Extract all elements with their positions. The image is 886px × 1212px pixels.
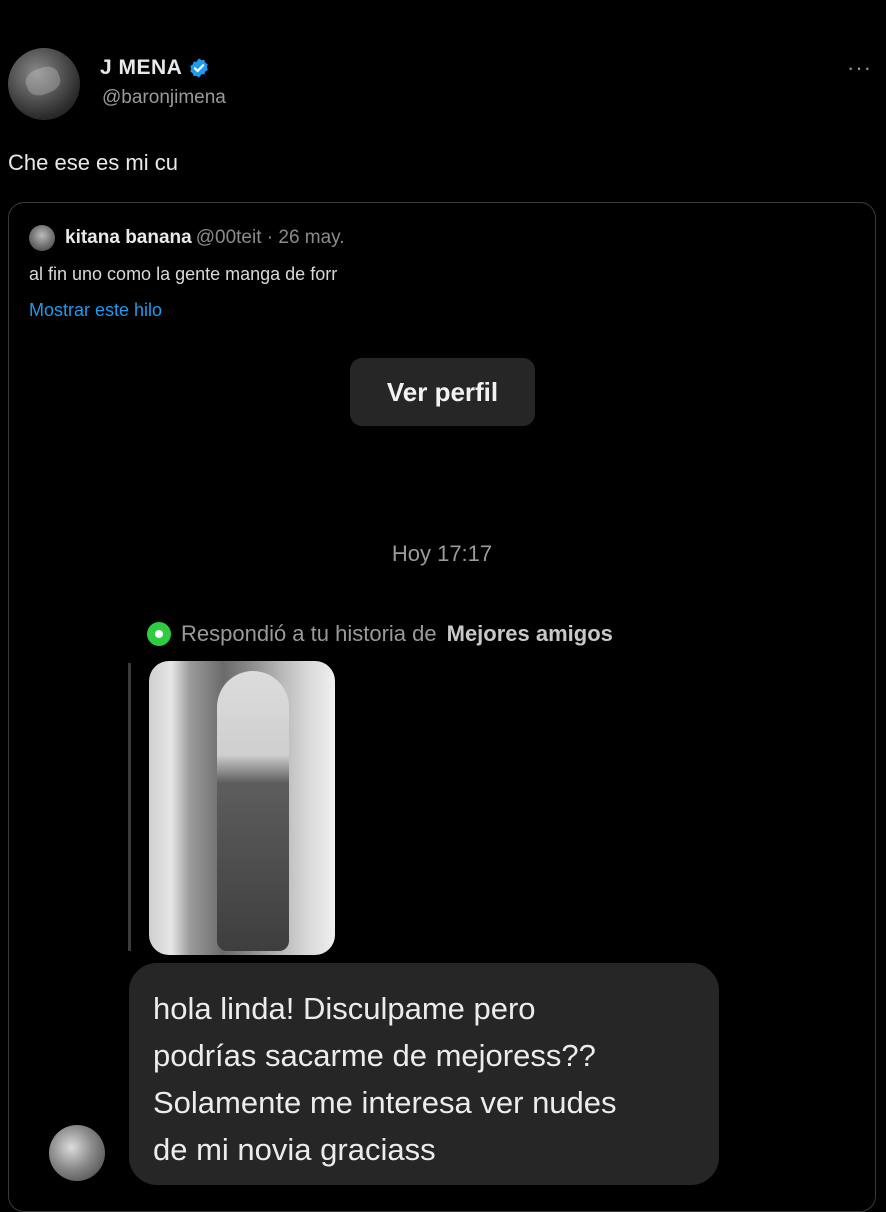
quoted-author-meta: @00teit · 26 may. [195, 227, 345, 248]
quoted-tweet-text: al fin uno como la gente manga de forr [29, 264, 338, 284]
more-options-icon[interactable]: ··· [847, 55, 872, 81]
message-bubble[interactable]: hola linda! Disculpame pero podrías saca… [129, 963, 719, 1185]
story-reply-prefix: Respondió a tu historia de [181, 621, 437, 646]
show-thread-link[interactable]: Mostrar este hilo [29, 300, 162, 321]
verified-badge-icon [190, 58, 209, 78]
story-reply-bold: Mejores amigos [446, 621, 613, 646]
sender-avatar[interactable] [49, 1125, 105, 1181]
dm-timestamp: Hoy 17:17 [391, 541, 493, 566]
story-image[interactable] [149, 661, 335, 955]
close-friends-icon [147, 622, 171, 646]
author-display-name[interactable]: J MENA [100, 56, 210, 80]
author-avatar[interactable] [8, 48, 80, 120]
quoted-tweet-card[interactable]: kitana banana @00teit · 26 may. al fin un… [8, 202, 876, 1212]
story-reply-label: Respondió a tu historia de Mejores amigo… [147, 621, 613, 647]
quoted-author-avatar[interactable] [29, 225, 55, 251]
reply-thread-line [128, 663, 131, 951]
author-handle[interactable]: @baronjimena [102, 87, 226, 109]
quoted-tweet-header: kitana banana @00teit · 26 may. [65, 227, 345, 249]
view-profile-button[interactable]: Ver perfil [350, 358, 535, 426]
author-name-text: J MENA [100, 56, 183, 79]
story-image-figure [217, 671, 289, 951]
tweet-text: Che ese es mi cu [8, 150, 178, 175]
quoted-author-name[interactable]: kitana banana [65, 227, 192, 248]
message-text: hola linda! Disculpame pero podrías saca… [153, 991, 617, 1167]
